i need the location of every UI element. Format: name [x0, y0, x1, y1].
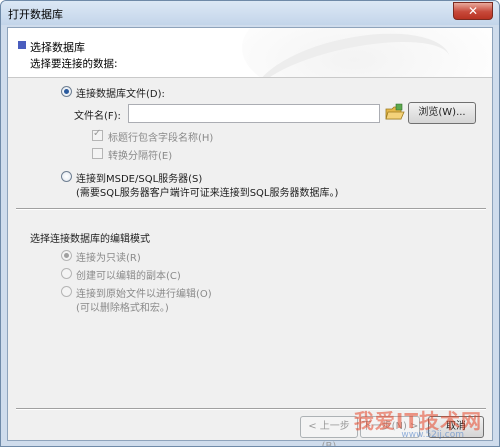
wizard-header: 选择数据库 选择要连接的数据:: [8, 28, 492, 78]
header-bullet-icon: [18, 41, 26, 49]
file-name-input[interactable]: [128, 104, 380, 123]
edit-original-note: (可以删除格式和宏。): [76, 303, 169, 314]
radio-edit-original-label: 连接到原始文件以进行编辑(O): [76, 289, 212, 300]
close-icon: ✕: [467, 4, 479, 18]
file-name-label: 文件名(F):: [74, 111, 121, 122]
close-button[interactable]: ✕: [453, 2, 493, 20]
radio-connect-server[interactable]: [61, 171, 72, 182]
watermark-url: www.52ij.com: [401, 430, 464, 440]
dialog-body: 选择数据库 选择要连接的数据: 连接数据库文件(D): 文件名(F): 浏览(W…: [7, 27, 493, 446]
radio-readonly-label: 连接为只读(R): [76, 253, 141, 264]
section-divider: [16, 208, 486, 210]
radio-connect-file-label[interactable]: 连接数据库文件(D):: [76, 85, 165, 100]
browse-button[interactable]: 浏览(W)...: [408, 102, 476, 124]
header-subtitle: 选择要连接的数据:: [30, 58, 118, 70]
radio-editable-copy[interactable]: [61, 268, 72, 279]
radio-readonly[interactable]: [61, 250, 72, 261]
open-database-dialog: 打开数据库 ✕ 选择数据库 选择要连接的数据: 连接数据库文件(D): 文件名(…: [0, 0, 500, 447]
header-row-checkbox[interactable]: [92, 128, 103, 141]
convert-separator-label: 转换分隔符(E): [108, 151, 173, 162]
radio-connect-server-label[interactable]: 连接到MSDE/SQL服务器(S): [76, 170, 202, 185]
open-folder-icon[interactable]: [385, 103, 405, 123]
header-title: 选择数据库: [30, 41, 85, 54]
back-button[interactable]: < 上一步(B): [300, 416, 358, 446]
convert-separator-checkbox[interactable]: [92, 148, 103, 159]
edit-mode-title: 选择连接数据库的编辑模式: [30, 234, 150, 245]
server-license-note: (需要SQL服务器客户端许可证来连接到SQL服务器数据库。): [76, 188, 339, 199]
window-title: 打开数据库: [8, 8, 63, 21]
title-bar[interactable]: 打开数据库 ✕: [1, 1, 499, 25]
radio-connect-file[interactable]: [61, 86, 72, 97]
header-row-label: 标题行包含字段名称(H): [108, 133, 214, 144]
radio-editable-copy-label: 创建可以编辑的副本(C): [76, 271, 181, 282]
radio-edit-original[interactable]: [61, 286, 72, 297]
